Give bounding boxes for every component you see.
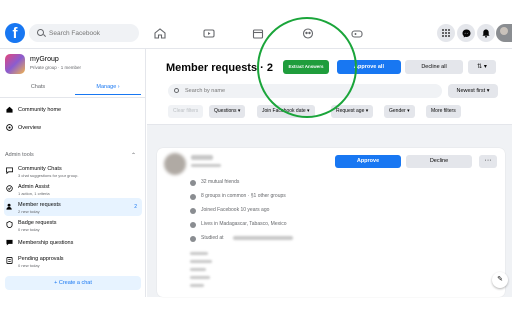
group-avatar[interactable]	[5, 54, 25, 74]
sidebar-item-sublabel: 3 chat suggestions for your group.	[18, 173, 79, 178]
decline-all-button[interactable]: Decline all	[405, 60, 463, 74]
profile-avatar[interactable]	[496, 24, 512, 42]
sidebar-item-member-requests[interactable]: Member requests 2 new today 2	[4, 198, 142, 216]
join-date-filter[interactable]: Join Facebook date ▾	[257, 105, 315, 118]
school-name-redacted	[233, 236, 293, 240]
sidebar-item-sublabel: 2 new today	[18, 209, 40, 214]
sidebar-item-label: Membership questions	[18, 240, 74, 246]
sidebar-item-label: Community home	[18, 107, 62, 113]
decline-button[interactable]: Decline	[406, 155, 472, 168]
community-chats-icon	[6, 167, 13, 174]
requester-name-redacted[interactable]	[191, 155, 213, 160]
gaming-icon[interactable]	[351, 28, 363, 39]
answer-redacted	[190, 260, 212, 263]
chevron-up-icon[interactable]: ⌃	[131, 152, 136, 159]
sidebar-item-label: Badge requests	[18, 220, 57, 226]
tab-chats[interactable]: Chats	[5, 79, 71, 95]
sidebar-item-community-home[interactable]: Community home	[4, 101, 142, 119]
membership-questions-icon	[6, 239, 13, 246]
sidebar-item-sublabel: 0 new today	[18, 227, 40, 232]
clear-filters-button[interactable]: Clear filters	[168, 105, 204, 118]
bulk-options-button[interactable]: ⇅ ▾	[468, 60, 496, 74]
member-request-card: Approve Decline ··· 32 mutual friends 8 …	[157, 148, 505, 297]
extract-answers-button[interactable]: Extract Answers	[283, 60, 329, 74]
more-filters-button[interactable]: More filters	[426, 105, 461, 118]
messenger-icon[interactable]	[457, 24, 475, 42]
groups-common-icon	[190, 194, 196, 200]
pending-approvals-icon	[6, 257, 13, 264]
more-options-button[interactable]: ···	[479, 155, 497, 168]
facebook-joined-icon	[190, 208, 196, 214]
answer-redacted	[190, 276, 210, 279]
home-icon[interactable]	[154, 28, 166, 39]
sidebar-item-admin-assist[interactable]: Admin Assist 1 action, 1 criteria	[4, 180, 142, 198]
marketplace-icon[interactable]	[252, 28, 264, 39]
requests-header: Member requests · 2 Extract Answers Appr…	[147, 49, 512, 125]
badge-requests-icon	[6, 221, 13, 228]
member-search[interactable]	[168, 84, 442, 98]
group-admin-sidebar: myGroup Private group · 1 member Chats M…	[0, 49, 146, 297]
approve-all-button[interactable]: Approve all	[337, 60, 401, 74]
answer-redacted	[190, 284, 204, 287]
page-title: Member requests · 2	[166, 62, 273, 74]
overview-icon	[6, 124, 13, 131]
sidebar-divider	[0, 97, 146, 98]
gender-filter[interactable]: Gender ▾	[384, 105, 415, 118]
top-navigation-bar: f	[0, 20, 512, 49]
watch-icon[interactable]	[203, 28, 215, 39]
request-time-redacted	[191, 164, 221, 167]
sidebar-item-sublabel: 1 action, 1 criteria	[18, 191, 50, 196]
group-meta: Private group · 1 member	[30, 65, 82, 70]
sidebar-tabs: Chats Manage ›	[5, 79, 143, 95]
search-icon	[37, 29, 44, 36]
education-icon	[190, 236, 196, 242]
notifications-icon[interactable]	[477, 24, 495, 42]
request-count-badge: 2	[134, 204, 137, 210]
sidebar-item-sublabel: 0 new today	[18, 263, 40, 268]
sidebar-item-community-chats[interactable]: Community Chats 3 chat suggestions for y…	[4, 162, 142, 180]
admin-tools-heading: Admin tools	[5, 152, 34, 158]
questions-filter[interactable]: Questions ▾	[209, 105, 246, 118]
sidebar-item-label: Community Chats	[18, 166, 62, 172]
sidebar-item-label: Overview	[18, 125, 41, 131]
home-location-icon	[190, 222, 196, 228]
sidebar-item-label: Pending approvals	[18, 256, 64, 262]
facebook-logo[interactable]: f	[5, 23, 25, 43]
answer-redacted	[190, 252, 208, 255]
groups-icon[interactable]	[302, 28, 314, 39]
search-icon	[174, 88, 179, 93]
community-home-icon	[6, 106, 13, 113]
group-name[interactable]: myGroup	[30, 56, 59, 63]
sidebar-item-badge-requests[interactable]: Badge requests 0 new today	[4, 216, 142, 234]
tab-manage[interactable]: Manage ›	[75, 79, 141, 95]
sidebar-item-overview[interactable]: Overview	[4, 119, 142, 137]
sidebar-item-label: Member requests	[18, 202, 61, 208]
sort-dropdown[interactable]: Newest first ▾	[448, 84, 498, 98]
facebook-search-input[interactable]	[49, 27, 134, 39]
approve-button[interactable]: Approve	[335, 155, 401, 168]
request-age-filter[interactable]: Request age ▾	[331, 105, 374, 118]
member-requests-icon	[6, 203, 12, 210]
admin-assist-icon	[6, 185, 13, 192]
member-requests-panel: Member requests · 2 Extract Answers Appr…	[147, 49, 512, 297]
menu-grid-icon[interactable]	[437, 24, 455, 42]
facebook-search[interactable]	[29, 24, 139, 42]
new-message-icon[interactable]: ✎	[492, 272, 508, 288]
answer-redacted	[190, 268, 206, 271]
sidebar-item-label: Admin Assist	[18, 184, 50, 190]
create-chat-button[interactable]: + Create a chat	[5, 276, 141, 290]
sidebar-item-pending-approvals[interactable]: Pending approvals 0 new today	[4, 252, 142, 270]
requester-avatar[interactable]	[164, 153, 186, 175]
member-search-input[interactable]	[185, 86, 385, 96]
sidebar-item-membership-questions[interactable]: Membership questions	[4, 234, 142, 252]
friends-icon	[190, 180, 196, 186]
